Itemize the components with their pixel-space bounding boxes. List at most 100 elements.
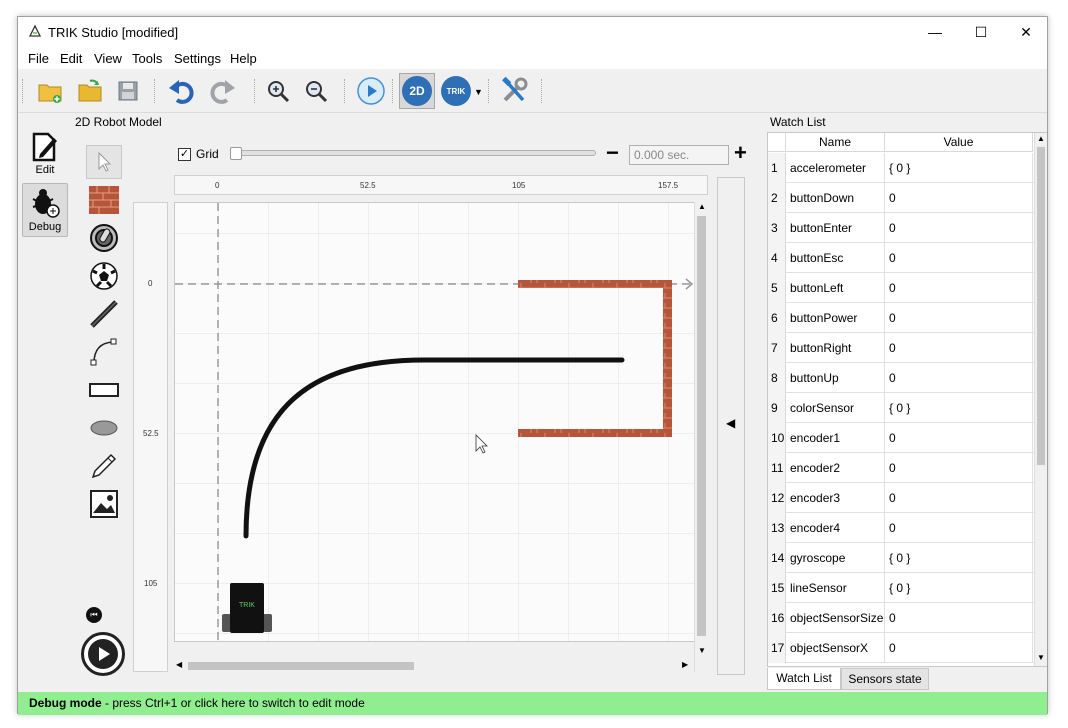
watch-list-row[interactable]: 11 encoder2 0	[768, 453, 1034, 483]
watch-list-row[interactable]: 15 lineSensor{ 0 }	[768, 573, 1034, 603]
zoom-out-button[interactable]	[300, 75, 332, 107]
watch-list-row[interactable]: 14 gyroscope{ 0 }	[768, 543, 1034, 573]
edit-mode-button[interactable]: Edit	[22, 125, 68, 179]
scroll-down-arrow-icon[interactable]: ▼	[1037, 653, 1045, 662]
scroll-up-arrow-icon[interactable]: ▲	[698, 202, 706, 211]
watch-list-row[interactable]: 17 objectSensorX 0	[768, 633, 1034, 663]
row-number: 13	[768, 513, 786, 543]
menu-view[interactable]: View	[94, 51, 122, 66]
variable-value: 0	[885, 273, 1033, 303]
scroll-up-arrow-icon[interactable]: ▲	[1037, 134, 1045, 143]
ellipse-tool-icon	[90, 420, 118, 436]
tab-watch-list[interactable]: Watch List	[767, 668, 841, 690]
ellipse-tool[interactable]	[86, 411, 122, 445]
play-simulation-button[interactable]	[81, 632, 125, 676]
menu-help[interactable]: Help	[230, 51, 257, 66]
speed-slider-handle[interactable]	[230, 147, 242, 160]
ball-tool[interactable]	[86, 259, 122, 293]
variable-value: 0	[885, 333, 1033, 363]
watch-list-row[interactable]: 16 objectSensorSize 0	[768, 603, 1034, 633]
menu-edit[interactable]: Edit	[60, 51, 82, 66]
grid-checkbox[interactable]: ✓	[178, 147, 191, 161]
watch-list-row[interactable]: 13 encoder4 0	[768, 513, 1034, 543]
variable-name: encoder3	[786, 483, 885, 513]
trik-app-icon	[28, 24, 42, 37]
canvas-horizontal-scrollbar[interactable]: ◀ ▶	[174, 659, 694, 673]
watch-list-row[interactable]: 12 encoder3 0	[768, 483, 1034, 513]
trik-robot-button[interactable]: TRIK	[440, 75, 472, 107]
name-column-header[interactable]: Name	[786, 133, 885, 152]
watch-list-scroll-thumb[interactable]	[1037, 147, 1045, 465]
speed-plus-button[interactable]: +	[734, 140, 747, 166]
scroll-right-arrow-icon[interactable]: ▶	[682, 660, 688, 669]
scroll-down-arrow-icon[interactable]: ▼	[698, 646, 706, 655]
maximize-button[interactable]: ☐	[958, 17, 1004, 47]
variable-value: 0	[885, 513, 1033, 543]
time-field[interactable]: 0.000 sec.	[629, 145, 729, 165]
main-toolbar: 2D TRIK ▼	[18, 69, 1047, 113]
save-button[interactable]	[112, 75, 144, 107]
grid-checkbox-wrap: ✓ Grid	[178, 147, 219, 161]
wall-bottom[interactable]	[518, 429, 672, 437]
speed-slider-track[interactable]	[230, 150, 596, 156]
robot-model-canvas[interactable]: TRIK	[174, 202, 698, 642]
redo-button[interactable]	[206, 75, 238, 107]
watch-list-row[interactable]: 6 buttonPower 0	[768, 303, 1034, 333]
watch-list-row[interactable]: 8 buttonUp 0	[768, 363, 1034, 393]
zoom-in-button[interactable]	[262, 75, 294, 107]
watch-list-row[interactable]: 7 buttonRight 0	[768, 333, 1034, 363]
cursor-tool[interactable]	[86, 145, 122, 179]
menu-file[interactable]: File	[28, 51, 49, 66]
wall-right[interactable]	[663, 280, 672, 436]
tab-sensors-state[interactable]: Sensors state	[841, 668, 929, 690]
image-tool[interactable]	[86, 487, 122, 521]
rectangle-tool[interactable]	[86, 373, 122, 407]
line-tool[interactable]	[86, 297, 122, 331]
watch-list-row[interactable]: 4 buttonEsc 0	[768, 243, 1034, 273]
watch-list-row[interactable]: 5 buttonLeft 0	[768, 273, 1034, 303]
variable-name: accelerometer	[786, 153, 885, 183]
window-title: TRIK Studio [modified]	[48, 25, 179, 40]
run-button[interactable]	[355, 75, 387, 107]
collapse-arrow-icon[interactable]: ◀	[726, 416, 735, 430]
skip-back-icon: ⏮	[90, 610, 98, 619]
wall-tool[interactable]	[86, 183, 122, 217]
undo-button[interactable]	[166, 75, 198, 107]
mode-bar: Edit Debug	[18, 113, 72, 693]
open-project-button[interactable]	[74, 75, 106, 107]
canvas-vertical-scrollbar[interactable]: ▲ ▼	[694, 202, 708, 672]
settings-tools-icon	[502, 76, 528, 102]
watch-list-row[interactable]: 9 colorSensor{ 0 }	[768, 393, 1034, 423]
watch-list-row[interactable]: 10 encoder1 0	[768, 423, 1034, 453]
speed-minus-button[interactable]: −	[606, 140, 619, 166]
variable-value: 0	[885, 423, 1033, 453]
horizontal-scroll-thumb[interactable]	[188, 662, 414, 670]
vertical-scroll-thumb[interactable]	[697, 216, 706, 636]
status-bar[interactable]: Debug mode - press Ctrl+1 or click here …	[18, 692, 1047, 715]
value-column-header[interactable]: Value	[885, 133, 1033, 152]
menu-settings[interactable]: Settings	[174, 51, 221, 66]
2d-model-button[interactable]: 2D	[399, 73, 435, 109]
settings-tools-button[interactable]	[498, 75, 530, 107]
app-window: TRIK Studio [modified] — ☐ ✕ File Edit V…	[17, 16, 1049, 715]
watch-list-row[interactable]: 2 buttonDown 0	[768, 183, 1034, 213]
watch-list-row[interactable]: 1 accelerometer{ 0 }	[768, 153, 1034, 183]
scroll-left-arrow-icon[interactable]: ◀	[176, 660, 182, 669]
menu-tools[interactable]: Tools	[132, 51, 162, 66]
new-project-button[interactable]	[34, 75, 66, 107]
reset-simulation-button[interactable]: ⏮	[86, 607, 102, 623]
vruler-label: 105	[144, 579, 158, 588]
debug-mode-button[interactable]: Debug	[22, 183, 68, 237]
skittle-tool[interactable]	[86, 221, 122, 255]
dropdown-arrow-icon[interactable]: ▼	[474, 87, 483, 97]
watch-list-row[interactable]: 3 buttonEnter 0	[768, 213, 1034, 243]
minimize-button[interactable]: —	[912, 17, 958, 47]
side-panel-collapse[interactable]: ◀	[717, 177, 745, 675]
wall-top[interactable]	[518, 280, 672, 288]
vruler-label: 0	[148, 279, 153, 288]
horizontal-ruler: 0 52.5 105 157.5	[174, 175, 708, 195]
close-button[interactable]: ✕	[1003, 17, 1049, 47]
watch-list-scrollbar[interactable]: ▲ ▼	[1034, 133, 1047, 666]
bezier-tool[interactable]	[86, 335, 122, 369]
pencil-tool[interactable]	[86, 449, 122, 483]
